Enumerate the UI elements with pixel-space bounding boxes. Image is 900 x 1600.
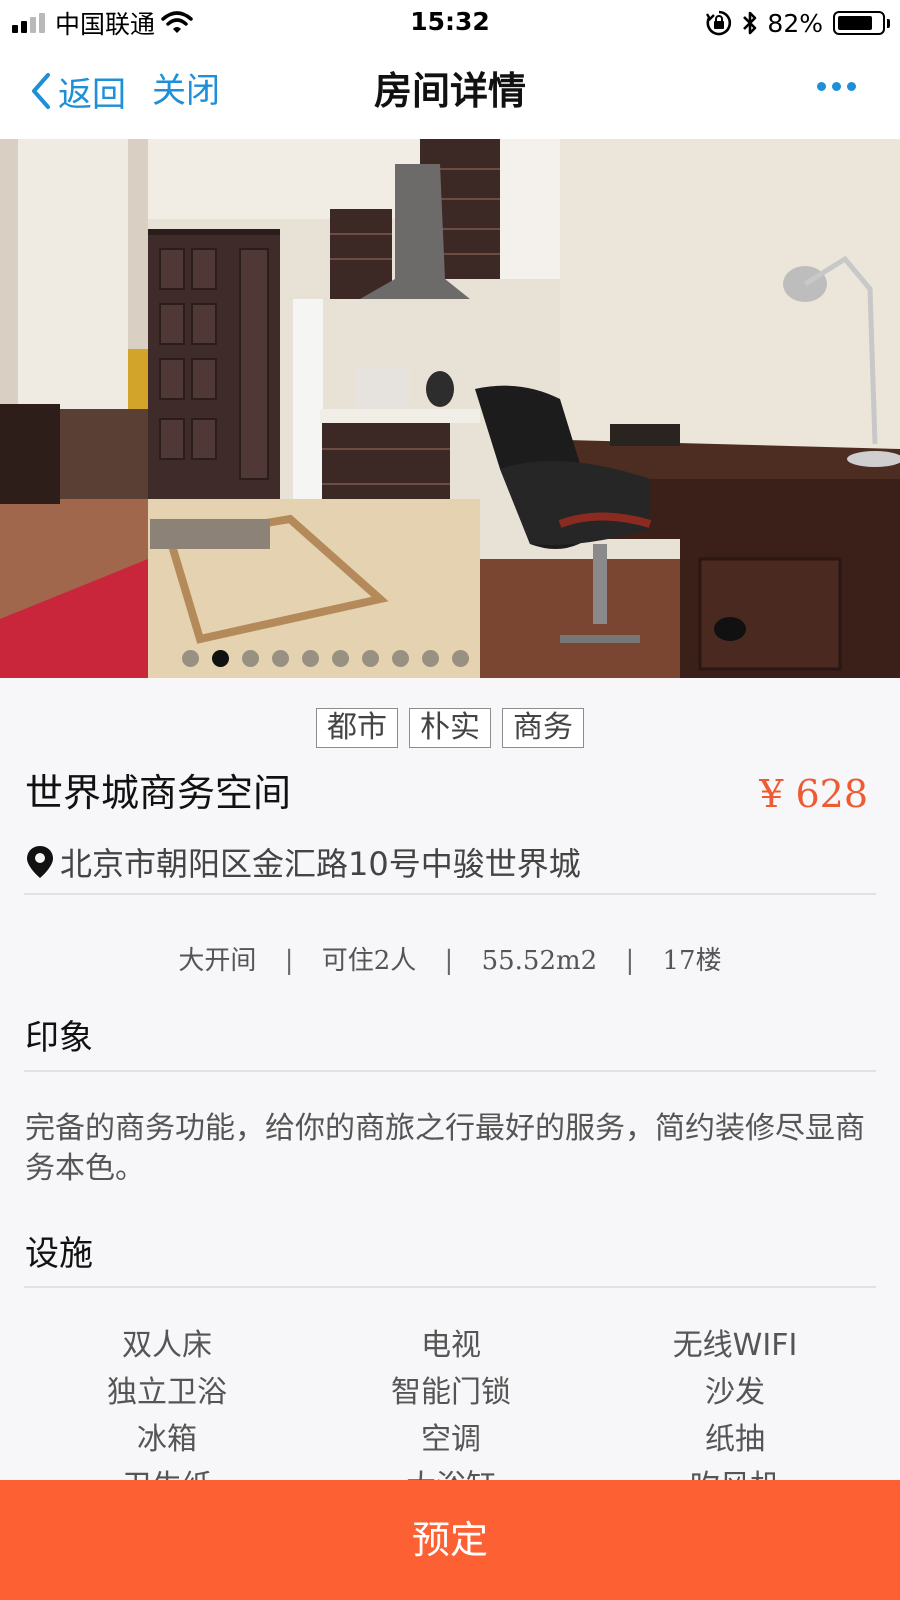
facility-item: 独立卫浴 xyxy=(107,1375,227,1410)
facility-item: 电视 xyxy=(421,1328,481,1363)
separator: | xyxy=(625,946,635,976)
separator: | xyxy=(444,946,454,976)
room-capacity: 可住2人 xyxy=(321,946,417,976)
battery-fill xyxy=(838,16,872,30)
address-text: 北京市朝阳区金汇路10号中骏世界城 xyxy=(60,845,581,883)
tag: 商务 xyxy=(502,708,584,748)
carousel-dot[interactable] xyxy=(212,650,229,667)
facility-item: 纸抽 xyxy=(705,1422,765,1457)
room-name: 世界城商务空间 xyxy=(25,771,292,815)
separator: | xyxy=(284,946,294,976)
room-photo xyxy=(0,139,900,678)
facility-item: 双人床 xyxy=(122,1328,212,1363)
room-layout: 大开间 xyxy=(178,946,257,976)
room-area: 55.52m2 xyxy=(481,946,598,976)
location-pin-icon xyxy=(27,846,53,878)
facility-item: 智能门锁 xyxy=(391,1375,511,1410)
back-button[interactable]: 返回 xyxy=(30,68,126,115)
room-floor: 17楼 xyxy=(662,946,722,976)
carousel-dot[interactable] xyxy=(452,650,469,667)
close-button[interactable]: 关闭 xyxy=(152,68,220,114)
facility-item: 空调 xyxy=(421,1422,481,1457)
carousel-dot[interactable] xyxy=(332,650,349,667)
carousel-indicator[interactable] xyxy=(182,650,469,667)
room-price: ¥ 628 xyxy=(759,772,868,816)
facilities-grid: 双人床 电视 无线WIFI 独立卫浴 智能门锁 沙发 冰箱 空调 纸抽 卫生纸 … xyxy=(25,1327,877,1505)
facility-item: 冰箱 xyxy=(137,1422,197,1457)
tag: 都市 xyxy=(316,708,398,748)
facility-item: 沙发 xyxy=(705,1375,765,1410)
facility-item: 无线WIFI xyxy=(672,1328,798,1363)
battery-percent: 82% xyxy=(767,8,823,38)
room-photo-carousel[interactable] xyxy=(0,139,900,678)
impression-text: 完备的商务功能，给你的商旅之行最好的服务，简约装修尽显商务本色。 xyxy=(25,1111,865,1186)
page-title: 房间详情 xyxy=(373,69,526,113)
carousel-dot[interactable] xyxy=(272,650,289,667)
book-button[interactable]: 预定 xyxy=(0,1480,900,1600)
room-address[interactable]: 北京市朝阳区金汇路10号中骏世界城 xyxy=(26,840,581,884)
status-right: 82% xyxy=(705,8,890,38)
carousel-dot[interactable] xyxy=(422,650,439,667)
carousel-dot[interactable] xyxy=(362,650,379,667)
divider xyxy=(24,1070,876,1072)
carousel-dot[interactable] xyxy=(392,650,409,667)
nav-bar: 返回 关闭 房间详情 xyxy=(0,46,900,139)
back-label: 返回 xyxy=(58,74,126,115)
battery-cap xyxy=(887,18,890,28)
more-options-icon[interactable] xyxy=(817,82,856,91)
chevron-left-icon xyxy=(32,73,50,109)
tag: 朴实 xyxy=(409,708,491,748)
impression-title: 印象 xyxy=(25,1018,93,1058)
status-bar: 中国联通 15:32 82% xyxy=(0,0,900,46)
battery-icon xyxy=(833,11,885,35)
carousel-dot[interactable] xyxy=(242,650,259,667)
divider xyxy=(24,1286,876,1288)
carousel-dot[interactable] xyxy=(302,650,319,667)
divider xyxy=(24,893,876,895)
carousel-dot[interactable] xyxy=(182,650,199,667)
room-info-row: 大开间 | 可住2人 | 55.52m2 | 17楼 xyxy=(0,940,900,977)
bluetooth-icon xyxy=(743,11,757,35)
phone-screen: 中国联通 15:32 82% 返回 关闭 房间详情 都市 朴实 商务 世界城商务… xyxy=(0,0,900,1600)
facilities-title: 设施 xyxy=(25,1234,93,1274)
orientation-lock-icon xyxy=(706,10,732,36)
room-tags: 都市 朴实 商务 xyxy=(0,708,900,748)
